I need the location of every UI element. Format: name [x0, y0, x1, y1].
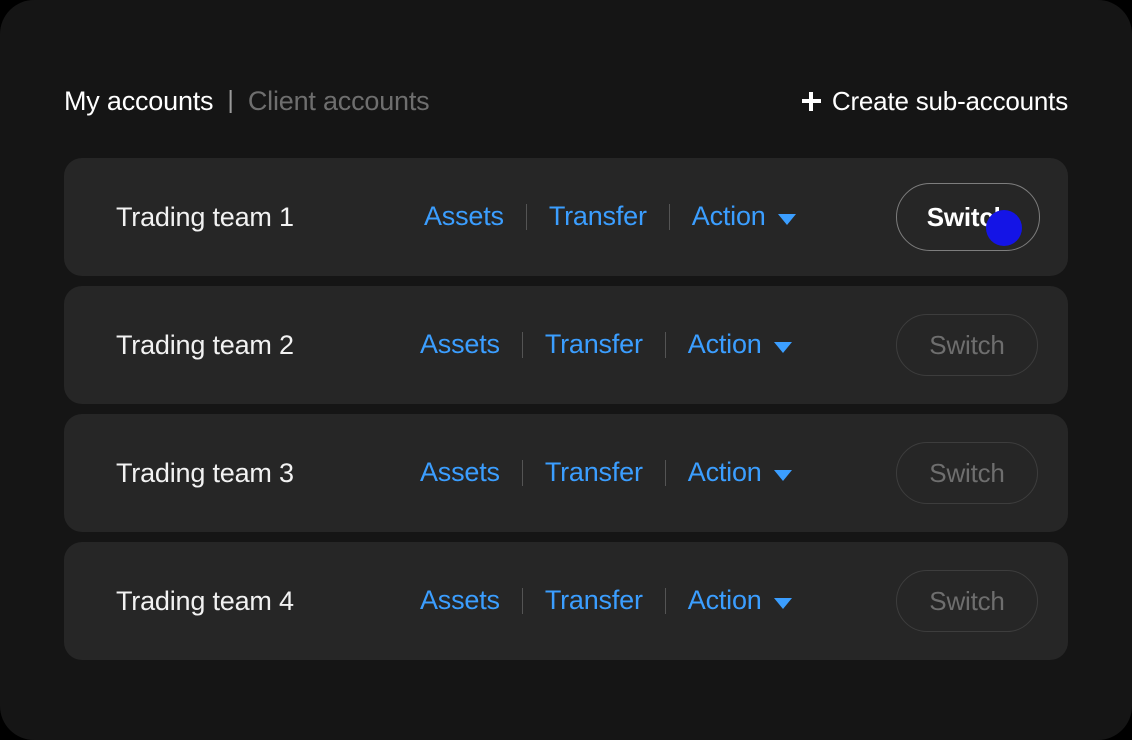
action-dropdown-label: Action	[688, 330, 762, 360]
chevron-down-icon	[778, 214, 796, 225]
chevron-down-icon	[774, 470, 792, 481]
switch-button[interactable]: Switch	[896, 570, 1038, 632]
link-separator	[522, 460, 523, 486]
assets-link[interactable]: Assets	[424, 202, 504, 232]
page-header: My accounts | Client accounts Create sub…	[64, 78, 1068, 124]
switch-button[interactable]: Switch	[896, 314, 1038, 376]
link-separator	[665, 460, 666, 486]
account-row[interactable]: Trading team 3 Assets Transfer Action Sw…	[64, 414, 1068, 532]
transfer-link[interactable]: Transfer	[545, 458, 643, 488]
account-row[interactable]: Trading team 4 Assets Transfer Action Sw…	[64, 542, 1068, 660]
tab-my-accounts[interactable]: My accounts	[64, 88, 213, 115]
transfer-link[interactable]: Transfer	[545, 586, 643, 616]
account-name: Trading team 1	[116, 202, 294, 233]
assets-link[interactable]: Assets	[420, 330, 500, 360]
create-sub-accounts-label: Create sub-accounts	[832, 86, 1068, 117]
action-dropdown[interactable]: Action	[688, 586, 792, 616]
tab-separator: |	[227, 88, 234, 113]
plus-icon	[802, 92, 821, 111]
tab-client-accounts[interactable]: Client accounts	[248, 88, 430, 115]
account-actions: Assets Transfer Action	[420, 586, 792, 616]
account-name: Trading team 3	[116, 458, 294, 489]
chevron-down-icon	[774, 598, 792, 609]
account-actions: Assets Transfer Action	[424, 202, 796, 232]
action-dropdown-label: Action	[688, 586, 762, 616]
action-dropdown[interactable]: Action	[688, 330, 792, 360]
link-separator	[526, 204, 527, 230]
link-separator	[665, 588, 666, 614]
account-name: Trading team 4	[116, 586, 294, 617]
transfer-link[interactable]: Transfer	[545, 330, 643, 360]
account-name: Trading team 2	[116, 330, 294, 361]
account-row[interactable]: Trading team 2 Assets Transfer Action Sw…	[64, 286, 1068, 404]
account-row[interactable]: Trading team 1 Assets Transfer Action Sw…	[64, 158, 1068, 276]
account-scope-tabs: My accounts | Client accounts	[64, 88, 429, 115]
link-separator	[522, 588, 523, 614]
assets-link[interactable]: Assets	[420, 458, 500, 488]
transfer-link[interactable]: Transfer	[549, 202, 647, 232]
action-dropdown-label: Action	[692, 202, 766, 232]
accounts-panel: My accounts | Client accounts Create sub…	[0, 0, 1132, 740]
action-dropdown[interactable]: Action	[688, 458, 792, 488]
accounts-list: Trading team 1 Assets Transfer Action Sw…	[64, 158, 1068, 670]
switch-button[interactable]: Switch	[896, 442, 1038, 504]
create-sub-accounts-button[interactable]: Create sub-accounts	[802, 86, 1068, 117]
account-actions: Assets Transfer Action	[420, 330, 792, 360]
action-dropdown[interactable]: Action	[692, 202, 796, 232]
switch-button[interactable]: Switch	[896, 183, 1040, 251]
account-actions: Assets Transfer Action	[420, 458, 792, 488]
link-separator	[669, 204, 670, 230]
link-separator	[665, 332, 666, 358]
action-dropdown-label: Action	[688, 458, 762, 488]
assets-link[interactable]: Assets	[420, 586, 500, 616]
chevron-down-icon	[774, 342, 792, 353]
link-separator	[522, 332, 523, 358]
